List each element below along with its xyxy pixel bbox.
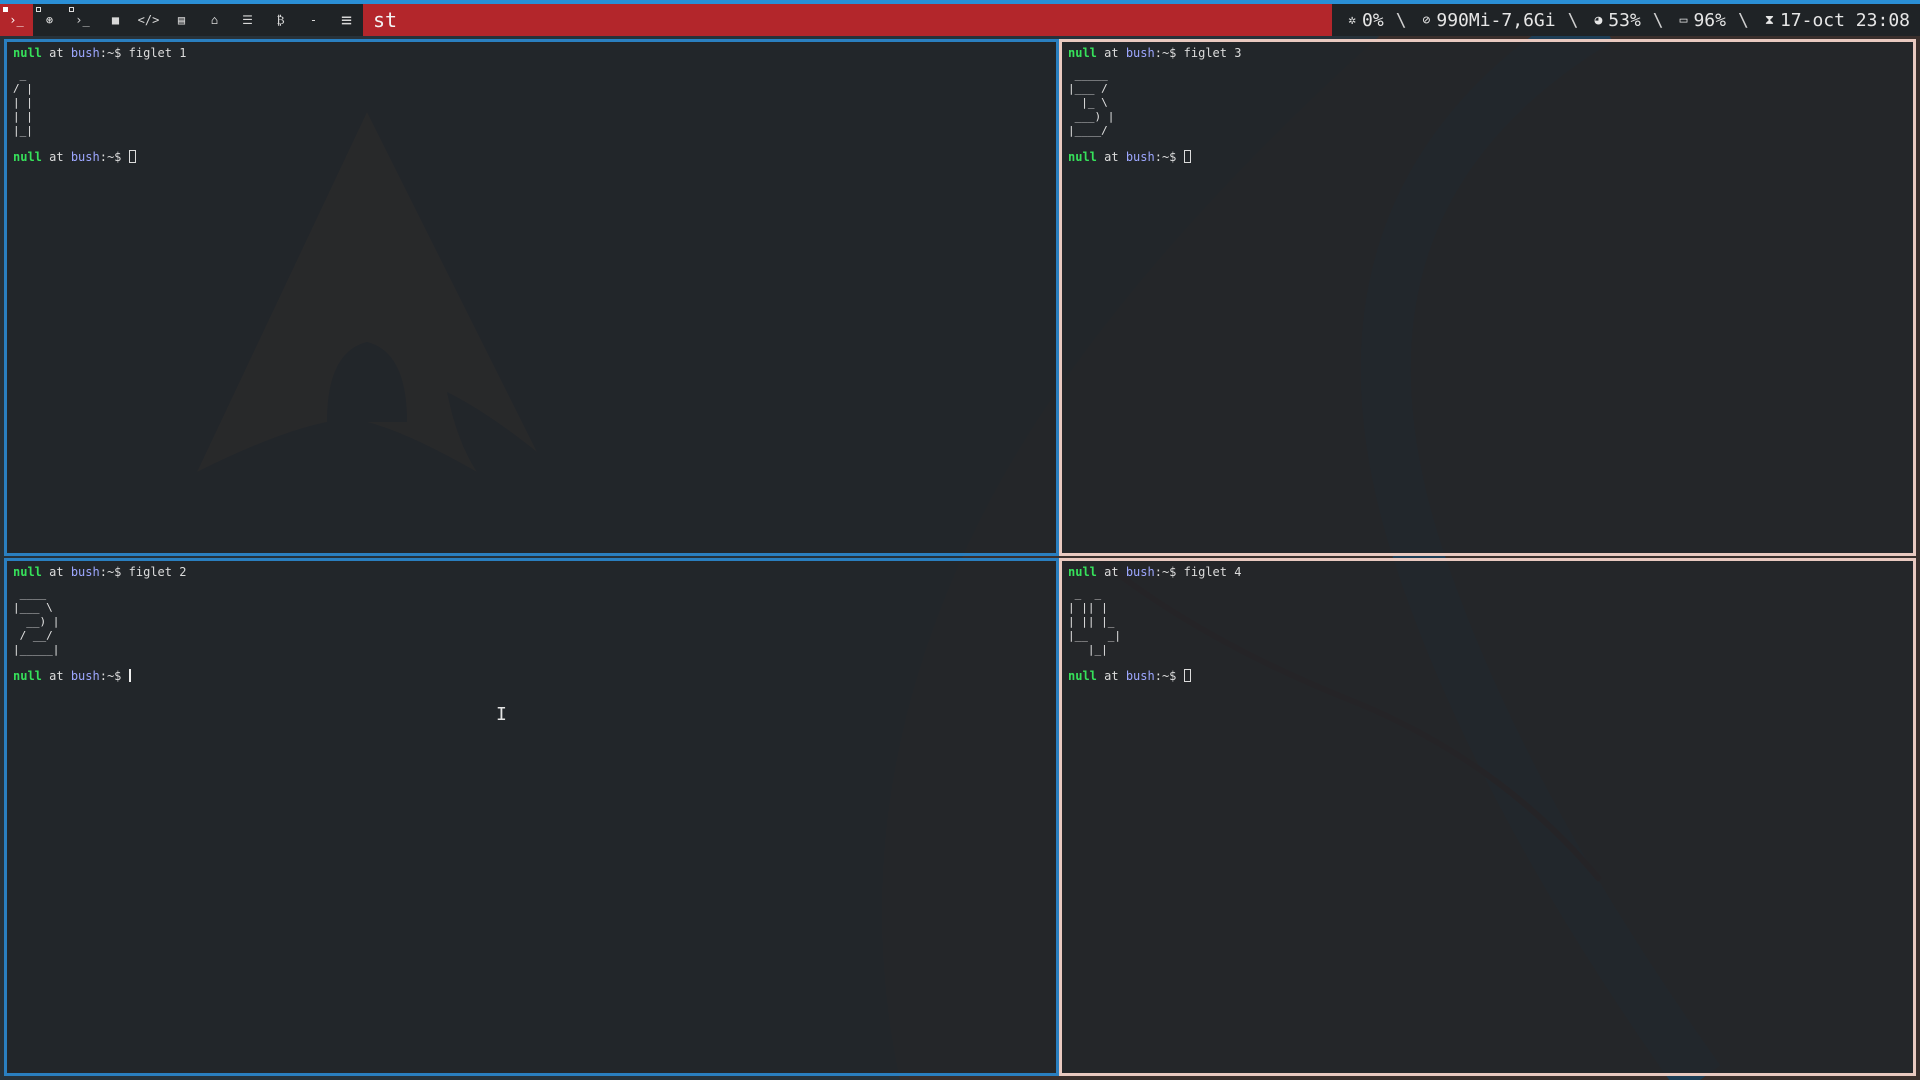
prompt-cwd: :~$ <box>99 150 122 164</box>
prompt-user: null <box>1068 150 1097 164</box>
status-separator: \ <box>1737 9 1749 31</box>
prompt-cwd: :~$ <box>1154 565 1177 579</box>
bank-icon: ⌂ <box>210 13 219 27</box>
prompt-host: bush <box>70 46 100 60</box>
prompt-host: bush <box>70 669 100 683</box>
terminal-pane-4[interactable]: null at bush:~$ figlet 4 _ _ | || | | ||… <box>1059 558 1916 1076</box>
prompt-cwd: :~$ <box>99 669 122 683</box>
prompt-user: null <box>1068 565 1097 579</box>
battery-level: 96% <box>1693 9 1726 31</box>
cpu-usage: 0% <box>1362 9 1384 31</box>
text-cursor <box>128 669 131 682</box>
prompt-cwd: :~$ <box>99 565 122 579</box>
command-text: figlet 1 <box>128 46 187 60</box>
tag-4-folder[interactable]: ■ <box>99 4 132 36</box>
figlet-output: ____ |___ \ __) | / __/ |_____| <box>13 587 60 656</box>
terminal-icon: ›_ <box>9 13 24 27</box>
memory-icon: ⊘ <box>1422 12 1431 28</box>
code-icon: </> <box>137 13 160 27</box>
prompt-at: at <box>1104 565 1119 579</box>
prompt-host: bush <box>1125 565 1155 579</box>
prompt-at: at <box>1104 150 1119 164</box>
window-title: st <box>363 4 1333 36</box>
tag-list: ›_ ⊛ ›_ ■ </> ▤ ⌂ ☰ ₿ - ≡ <box>0 4 363 36</box>
tag-occupied-indicator <box>69 7 74 12</box>
prompt-user: null <box>13 46 42 60</box>
terminal-output[interactable]: null at bush:~$ figlet 4 _ _ | || | | ||… <box>1062 561 1913 687</box>
terminal-output[interactable]: null at bush:~$ figlet 2 ____ |___ \ __)… <box>7 561 1056 687</box>
prompt-at: at <box>1104 669 1119 683</box>
terminal-output[interactable]: null at bush:~$ figlet 3 _____ |___ / |_… <box>1062 42 1913 168</box>
tag-3-terminal[interactable]: ›_ <box>66 4 99 36</box>
prompt-cwd: :~$ <box>99 46 122 60</box>
tag-8-database[interactable]: ☰ <box>231 4 264 36</box>
prompt-host: bush <box>1125 669 1155 683</box>
hourglass-icon: ⧗ <box>1764 12 1774 28</box>
firefox-icon: ⊛ <box>45 13 54 27</box>
prompt-cwd: :~$ <box>1154 150 1177 164</box>
bitcoin-icon: ₿ <box>276 12 285 27</box>
battery-icon: ▭ <box>1679 12 1688 28</box>
status-separator: \ <box>1567 9 1579 31</box>
prompt-host: bush <box>1125 150 1155 164</box>
tag-occupied-indicator <box>3 7 8 12</box>
command-text: figlet 4 <box>1183 565 1242 579</box>
tag-occupied-indicator <box>36 7 41 12</box>
figlet-output: _____ |___ / |_ \ ___) | |____/ <box>1068 68 1115 137</box>
tag-10-dash[interactable]: - <box>297 4 330 36</box>
prompt-host: bush <box>70 565 100 579</box>
memory-usage: 990Mi-7,6Gi <box>1436 9 1556 31</box>
prompt-at: at <box>49 150 64 164</box>
prompt-cwd: :~$ <box>1154 46 1177 60</box>
command-text: figlet 2 <box>128 565 187 579</box>
film-icon: ▤ <box>177 13 186 27</box>
terminal-icon: ›_ <box>75 13 90 27</box>
dash-icon: - <box>309 13 318 27</box>
ibeam-cursor-icon: I <box>496 704 507 725</box>
terminal-pane-1[interactable]: null at bush:~$ figlet 1 _ / | | | | | |… <box>4 39 1059 556</box>
prompt-user: null <box>13 150 42 164</box>
text-cursor <box>1183 669 1191 682</box>
prompt-user: null <box>1068 669 1097 683</box>
status-separator: \ <box>1395 9 1407 31</box>
tag-2-firefox[interactable]: ⊛ <box>33 4 66 36</box>
system-status: ✲ 0% \ ⊘ 990Mi-7,6Gi \ ◕ 53% \ ▭ 96% \ ⧗… <box>1332 4 1920 36</box>
tag-5-code[interactable]: </> <box>132 4 165 36</box>
disk-icon: ◕ <box>1594 12 1603 28</box>
tag-6-film[interactable]: ▤ <box>165 4 198 36</box>
prompt-at: at <box>49 565 64 579</box>
status-separator: \ <box>1652 9 1664 31</box>
arch-logo-watermark <box>197 112 537 472</box>
disk-usage: 53% <box>1608 9 1641 31</box>
prompt-user: null <box>1068 46 1097 60</box>
tag-9-bitcoin[interactable]: ₿ <box>264 4 297 36</box>
status-bar: ›_ ⊛ ›_ ■ </> ▤ ⌂ ☰ ₿ - ≡ st ✲ 0% \ ⊘ 99… <box>0 0 1920 36</box>
prompt-user: null <box>13 565 42 579</box>
tag-7-bank[interactable]: ⌂ <box>198 4 231 36</box>
prompt-at: at <box>49 669 64 683</box>
prompt-cwd: :~$ <box>1154 669 1177 683</box>
menu-icon: ≡ <box>341 9 352 31</box>
command-text: figlet 3 <box>1183 46 1242 60</box>
prompt-host: bush <box>1125 46 1155 60</box>
terminal-pane-3[interactable]: null at bush:~$ figlet 3 _____ |___ / |_… <box>1059 39 1916 556</box>
layout-indicator[interactable]: ≡ <box>330 4 363 36</box>
figlet-output: _ _ | || | | || |_ |__ _| |_| <box>1068 587 1121 656</box>
terminal-output[interactable]: null at bush:~$ figlet 1 _ / | | | | | |… <box>7 42 1056 168</box>
database-icon: ☰ <box>242 13 253 27</box>
prompt-at: at <box>49 46 64 60</box>
folder-icon: ■ <box>111 13 120 27</box>
terminal-pane-2[interactable]: null at bush:~$ figlet 2 ____ |___ \ __)… <box>4 558 1059 1076</box>
text-cursor <box>1183 150 1191 163</box>
cpu-icon: ✲ <box>1348 12 1357 28</box>
prompt-at: at <box>1104 46 1119 60</box>
prompt-user: null <box>13 669 42 683</box>
prompt-host: bush <box>70 150 100 164</box>
figlet-output: _ / | | | | | |_| <box>13 68 33 137</box>
tag-1-terminal[interactable]: ›_ <box>0 4 33 36</box>
text-cursor <box>128 150 136 163</box>
clock: 17-oct 23:08 <box>1779 9 1910 31</box>
